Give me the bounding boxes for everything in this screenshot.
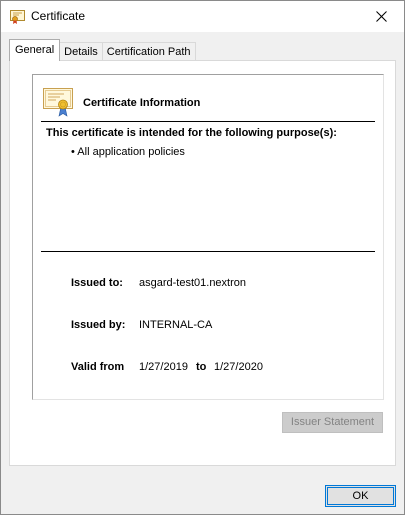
- tab-details[interactable]: Details: [59, 42, 103, 61]
- ok-button[interactable]: OK: [325, 485, 396, 507]
- title-bar[interactable]: Certificate: [1, 1, 404, 32]
- tab-certification-path[interactable]: Certification Path: [101, 42, 196, 61]
- tab-general[interactable]: General: [9, 39, 61, 61]
- issuer-statement-button[interactable]: Issuer Statement: [282, 412, 383, 433]
- purpose-item: • All application policies: [71, 146, 185, 158]
- certificate-dialog: Certificate General Details Certificatio…: [0, 0, 405, 515]
- general-tab-panel: Certificate Information This certificate…: [9, 60, 396, 466]
- purpose-heading: This certificate is intended for the fol…: [46, 127, 337, 139]
- separator-top: [41, 121, 375, 122]
- valid-from-value[interactable]: 1/27/2019: [139, 361, 188, 373]
- valid-to-label: to: [196, 361, 207, 373]
- close-icon: [375, 11, 387, 22]
- close-button[interactable]: [358, 1, 404, 32]
- issued-to-label: Issued to:: [71, 277, 123, 289]
- certificate-ribbon-icon: [43, 88, 73, 117]
- issued-by-label: Issued by:: [71, 319, 126, 331]
- valid-to-value[interactable]: 1/27/2020: [214, 361, 263, 373]
- issued-to-value[interactable]: asgard-test01.nextron: [139, 277, 246, 289]
- separator-bottom: [41, 251, 375, 252]
- window-title: Certificate: [31, 9, 86, 23]
- issued-by-value[interactable]: INTERNAL-CA: [139, 319, 212, 331]
- valid-from-label: Valid from: [71, 361, 125, 373]
- certificate-info-title: Certificate Information: [83, 97, 201, 109]
- certificate-icon: [10, 10, 25, 24]
- tab-strip: General Details Certification Path: [9, 39, 196, 61]
- certificate-info-box: Certificate Information This certificate…: [32, 74, 384, 400]
